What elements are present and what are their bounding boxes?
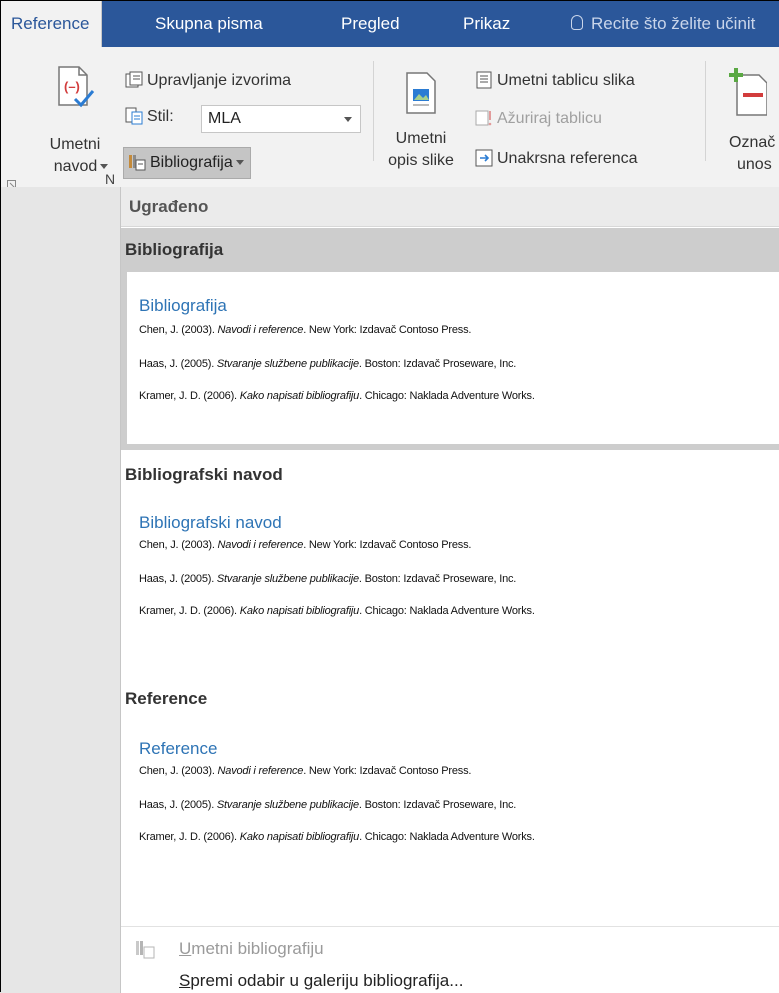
bibliography-entry: Kramer, J. D. (2006). Kako napisati bibl…	[139, 390, 535, 402]
bibliography-entry: Haas, J. (2005). Stvaranje službene publ…	[139, 573, 517, 585]
insert-caption-label-2: opis slike	[388, 152, 454, 169]
tab-reference[interactable]: Reference	[1, 1, 103, 47]
bibliography-entry: Kramer, J. D. (2006). Kako napisati bibl…	[139, 605, 535, 617]
insert-citation-button[interactable]: (–) Umetni navod	[41, 61, 121, 189]
update-table-label: Ažuriraj tablicu	[497, 110, 602, 127]
mark-entry-button[interactable]: Označ unos	[713, 67, 779, 187]
bibliography-dropdown: Ugrađeno Bibliografija Bibliografija Che…	[120, 187, 779, 993]
gallery-item-reference[interactable]: Reference Reference Chen, J. (2003). Nav…	[121, 677, 779, 899]
gallery-item-title: Bibliografija	[125, 240, 224, 259]
group-label-fragment: N	[105, 171, 116, 187]
insert-caption-label-1: Umetni	[395, 130, 447, 147]
insert-bibliography-menu-item[interactable]: Umetni bibliografiju	[121, 931, 779, 967]
manage-sources-icon	[125, 71, 143, 88]
chevron-down-icon	[100, 164, 109, 170]
chevron-down-icon	[344, 117, 352, 122]
mark-entry-icon	[729, 68, 767, 116]
gallery-item-bibliographic-citation[interactable]: Bibliografski navod Bibliografski navod …	[121, 453, 779, 675]
style-icon	[125, 107, 143, 125]
save-selection-menu-item[interactable]: Spremi odabir u galeriju bibliografija..…	[121, 969, 779, 993]
insert-caption-button[interactable]: Umetni opis slike	[381, 67, 461, 187]
manage-sources-label: Upravljanje izvorima	[147, 72, 292, 89]
style-value: MLA	[208, 110, 241, 127]
cross-reference-label: Unakrsna referenca	[497, 150, 638, 167]
insert-citation-icon: (–)	[58, 66, 95, 108]
menu-divider	[121, 926, 779, 927]
bibliography-entry: Haas, J. (2005). Stvaranje službene publ…	[139, 358, 517, 370]
ribbon-tab-strip: Reference Skupna pisma Pregled Prikaz Re…	[1, 1, 779, 47]
mark-entry-label-1: Označ	[729, 134, 776, 151]
style-label: Stil:	[147, 108, 174, 125]
group-divider	[373, 61, 374, 161]
bibliography-entry: Haas, J. (2005). Stvaranje službene publ…	[139, 799, 517, 811]
bibliography-entry: Kramer, J. D. (2006). Kako napisati bibl…	[139, 831, 535, 843]
insert-table-of-figures-label: Umetni tablicu slika	[497, 72, 635, 89]
bibliography-entry: Chen, J. (2003). Navodi i reference. New…	[139, 324, 472, 336]
manage-sources-button[interactable]: Upravljanje izvorima	[125, 69, 291, 93]
save-selection-label: Spremi odabir u galeriju bibliografija..…	[179, 971, 464, 990]
mark-entry-label-2: unos	[737, 156, 772, 173]
tab-view[interactable]: Prikaz	[463, 1, 510, 47]
update-table-icon	[475, 110, 492, 126]
gallery-item-title: Bibliografski navod	[125, 465, 283, 484]
tell-me-text: Recite što želite učinit	[591, 14, 756, 33]
cross-reference-button[interactable]: Unakrsna referenca	[475, 147, 638, 171]
insert-bibliography-label: Umetni bibliografiju	[179, 939, 324, 958]
dialog-launcher-icon[interactable]	[7, 177, 19, 189]
document-area	[1, 187, 120, 993]
preview-title: Reference	[139, 739, 218, 758]
bibliography-icon	[129, 154, 146, 171]
svg-text:(–): (–)	[64, 79, 80, 94]
gallery-item-bibliography[interactable]: Bibliografija Bibliografija Chen, J. (20…	[121, 228, 779, 450]
table-of-figures-icon	[476, 71, 492, 89]
bibliography-entry: Chen, J. (2003). Navodi i reference. New…	[139, 539, 472, 551]
ribbon-body: (–) Umetni navod Upravljanje izvorima St…	[1, 47, 779, 189]
style-select[interactable]: MLA	[201, 105, 361, 133]
insert-table-of-figures-button[interactable]: Umetni tablicu slika	[475, 69, 635, 93]
bibliography-entry: Chen, J. (2003). Navodi i reference. New…	[139, 765, 472, 777]
bibliography-icon	[136, 941, 155, 959]
gallery-item-title: Reference	[125, 689, 208, 708]
builtin-section-header: Ugrađeno	[121, 187, 779, 227]
gallery-item-preview: Bibliografija Chen, J. (2003). Navodi i …	[127, 272, 779, 444]
gallery-item-preview: Bibliografski navod Chen, J. (2003). Nav…	[127, 497, 779, 669]
update-table-button[interactable]: Ažuriraj tablicu	[475, 107, 602, 131]
tab-review[interactable]: Pregled	[341, 1, 400, 47]
chevron-down-icon	[235, 160, 244, 166]
tab-mailings[interactable]: Skupna pisma	[155, 1, 263, 47]
style-label-group: Stil:	[125, 105, 174, 129]
tell-me-box[interactable]: Recite što želite učinit	[571, 1, 755, 47]
lightbulb-icon	[571, 15, 583, 31]
cross-reference-icon	[475, 149, 493, 167]
insert-caption-icon	[406, 72, 436, 114]
bibliography-button[interactable]: Bibliografija	[123, 147, 251, 179]
gallery-item-preview: Reference Chen, J. (2003). Navodi i refe…	[127, 721, 779, 893]
preview-title: Bibliografski navod	[139, 513, 282, 532]
bibliography-button-label: Bibliografija	[150, 154, 233, 171]
group-divider	[705, 61, 706, 161]
insert-citation-label-1: Umetni	[49, 136, 101, 153]
preview-title: Bibliografija	[139, 296, 227, 315]
